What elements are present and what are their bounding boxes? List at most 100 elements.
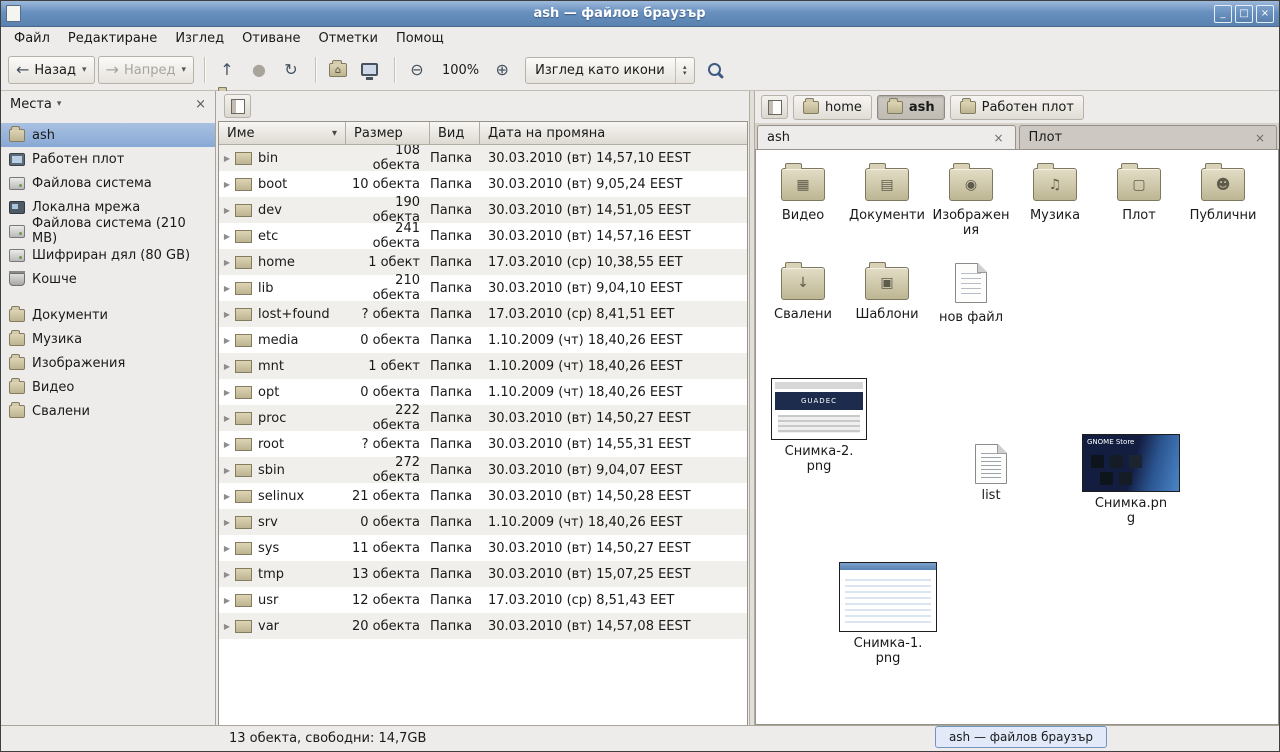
zoom-in-button[interactable]: ⊕ — [487, 56, 517, 84]
close-button[interactable]: × — [1256, 5, 1274, 23]
menu-item-6[interactable]: Помощ — [387, 28, 453, 49]
file-list-row[interactable]: ▶mnt1 обектПапка1.10.2009 (чт) 18,40,26 … — [219, 353, 747, 379]
expander-icon[interactable]: ▶ — [219, 258, 235, 267]
file-list-row[interactable]: ▶sbin272 обектаПапка30.03.2010 (вт) 9,04… — [219, 457, 747, 483]
expander-icon[interactable]: ▶ — [219, 492, 235, 501]
icon-view-item[interactable]: ▦Видео — [761, 168, 845, 239]
menu-item-5[interactable]: Отметки — [309, 28, 386, 49]
breadcrumb-button[interactable]: home — [793, 95, 872, 120]
tab-Плот[interactable]: Плот× — [1019, 125, 1278, 149]
taskbar-window-button[interactable]: ash — файлов браузър — [935, 726, 1107, 748]
icon-view-item[interactable]: GUADECСнимка-2.png — [764, 378, 874, 475]
icon-view-item[interactable]: ▢Плот — [1097, 168, 1181, 239]
file-list-row[interactable]: ▶srv0 обектаПапка1.10.2009 (чт) 18,40,26… — [219, 509, 747, 535]
expander-icon[interactable]: ▶ — [219, 232, 235, 241]
view-mode-select[interactable]: Изглед като икони ▴▾ — [525, 57, 695, 84]
sidebar-item[interactable]: Файлова система (210 MB) — [1, 219, 215, 243]
expander-icon[interactable]: ▶ — [219, 596, 235, 605]
file-list-row[interactable]: ▶root? обектаПапка30.03.2010 (вт) 14,55,… — [219, 431, 747, 457]
titlebar[interactable]: ash — файлов браузър _ □ × — [1, 1, 1279, 27]
sidebar-item[interactable]: Документи — [1, 303, 215, 327]
expander-icon[interactable]: ▶ — [219, 466, 235, 475]
expander-icon[interactable]: ▶ — [219, 518, 235, 527]
file-list-row[interactable]: ▶etc241 обектаПапка30.03.2010 (вт) 14,57… — [219, 223, 747, 249]
icon-view-item[interactable]: ☻Публични — [1181, 168, 1265, 239]
computer-button[interactable] — [355, 56, 385, 84]
expander-icon[interactable]: ▶ — [219, 570, 235, 579]
file-list-row[interactable]: ▶sys11 обектаПапка30.03.2010 (вт) 14,50,… — [219, 535, 747, 561]
expander-icon[interactable]: ▶ — [219, 362, 235, 371]
maximize-button[interactable]: □ — [1235, 5, 1253, 23]
breadcrumb-button[interactable]: ash — [877, 95, 945, 120]
file-list-row[interactable]: ▶usr12 обектаПапка17.03.2010 (ср) 8,51,4… — [219, 587, 747, 613]
file-list-row[interactable]: ▶lib210 обектаПапка30.03.2010 (вт) 9,04,… — [219, 275, 747, 301]
reload-button[interactable]: ↻ — [276, 56, 306, 84]
icon-view-item[interactable]: list — [936, 444, 1046, 504]
back-button[interactable]: ← Назад ▾ — [8, 56, 95, 84]
menu-item-2[interactable]: Редактиране — [59, 28, 166, 49]
tab-close-icon[interactable]: × — [991, 131, 1005, 145]
sidebar-item[interactable]: Изображения — [1, 351, 215, 375]
sidebar-item[interactable]: Музика — [1, 327, 215, 351]
expander-icon[interactable]: ▶ — [219, 284, 235, 293]
file-list-row[interactable]: ▶lost+found? обектаПапка17.03.2010 (ср) … — [219, 301, 747, 327]
file-list-row[interactable]: ▶tmp13 обектаПапка30.03.2010 (вт) 15,07,… — [219, 561, 747, 587]
sidebar-selector-icon[interactable]: ▾ — [57, 99, 62, 109]
icon-view-item[interactable]: ♫Музика — [1013, 168, 1097, 239]
menu-item-4[interactable]: Отиване — [233, 28, 309, 49]
icon-view-item[interactable]: Снимка-1.png — [833, 562, 943, 667]
column-header-name[interactable]: Име ▾ — [219, 122, 346, 145]
breadcrumb-button[interactable]: Работен плот — [950, 95, 1084, 120]
file-list-row[interactable]: ▶selinux21 обектаПапка30.03.2010 (вт) 14… — [219, 483, 747, 509]
tab-close-icon[interactable]: × — [1253, 131, 1267, 145]
icon-view-item[interactable]: ▤Документи — [845, 168, 929, 239]
file-list-row[interactable]: ▶opt0 обектаПапка1.10.2009 (чт) 18,40,26… — [219, 379, 747, 405]
icon-view-item[interactable]: ↓Свалени — [761, 267, 845, 326]
file-list-row[interactable]: ▶boot10 обектаПапка30.03.2010 (вт) 9,05,… — [219, 171, 747, 197]
file-list-row[interactable]: ▶proc222 обектаПапка30.03.2010 (вт) 14,5… — [219, 405, 747, 431]
menu-item-3[interactable]: Изглед — [166, 28, 233, 49]
forward-button[interactable]: → Напред ▾ — [98, 56, 194, 84]
home-button[interactable]: ⌂ — [323, 56, 353, 84]
stop-button[interactable]: ● — [244, 56, 274, 84]
file-list-row[interactable]: ▶bin108 обектаПапка30.03.2010 (вт) 14,57… — [219, 145, 747, 171]
sidebar-item[interactable]: ash — [1, 123, 215, 147]
expander-icon[interactable]: ▶ — [219, 440, 235, 449]
forward-dropdown-icon[interactable]: ▾ — [181, 65, 186, 75]
expander-icon[interactable]: ▶ — [219, 622, 235, 631]
file-list-row[interactable]: ▶media0 обектаПапка1.10.2009 (чт) 18,40,… — [219, 327, 747, 353]
expander-icon[interactable]: ▶ — [219, 388, 235, 397]
up-button[interactable]: ↑ — [212, 56, 242, 84]
expander-icon[interactable]: ▶ — [219, 154, 235, 163]
minimize-button[interactable]: _ — [1214, 5, 1232, 23]
sidebar-item[interactable]: Свалени — [1, 399, 215, 423]
column-header-type[interactable]: Вид — [430, 122, 480, 145]
menu-item-1[interactable]: Файл — [5, 28, 59, 49]
sidebar-close-icon[interactable]: × — [195, 97, 206, 112]
search-button[interactable] — [701, 56, 731, 84]
file-list-row[interactable]: ▶home1 обектПапка17.03.2010 (ср) 10,38,5… — [219, 249, 747, 275]
list-pane-location-button[interactable] — [224, 94, 251, 118]
sidebar-item[interactable]: Работен плот — [1, 147, 215, 171]
sidebar-item[interactable]: Файлова система — [1, 171, 215, 195]
expander-icon[interactable]: ▶ — [219, 310, 235, 319]
expander-icon[interactable]: ▶ — [219, 414, 235, 423]
sidebar-item[interactable]: Кошче — [1, 267, 215, 291]
file-list-row[interactable]: ▶var20 обектаПапка30.03.2010 (вт) 14,57,… — [219, 613, 747, 639]
expander-icon[interactable]: ▶ — [219, 206, 235, 215]
expander-icon[interactable]: ▶ — [219, 336, 235, 345]
icon-view-item[interactable]: ▣Шаблони — [845, 267, 929, 326]
column-header-date[interactable]: Дата на промяна — [480, 122, 747, 145]
icon-view-item[interactable]: GNOME StoreСнимка.png — [1076, 434, 1186, 527]
file-list-row[interactable]: ▶dev190 обектаПапка30.03.2010 (вт) 14,51… — [219, 197, 747, 223]
breadcrumb-root-button[interactable] — [761, 95, 788, 119]
zoom-out-button[interactable]: ⊖ — [402, 56, 432, 84]
icon-view[interactable]: ▦Видео▤Документи◉Изображения♫Музика▢Плот… — [755, 150, 1279, 725]
column-header-size[interactable]: Размер — [346, 122, 430, 145]
expander-icon[interactable]: ▶ — [219, 544, 235, 553]
tab-ash[interactable]: ash× — [757, 125, 1016, 149]
expander-icon[interactable]: ▶ — [219, 180, 235, 189]
icon-view-item[interactable]: нов файл — [929, 267, 1013, 326]
sidebar-item[interactable]: Шифриран дял (80 GB) — [1, 243, 215, 267]
icon-view-item[interactable]: ◉Изображения — [929, 168, 1013, 239]
